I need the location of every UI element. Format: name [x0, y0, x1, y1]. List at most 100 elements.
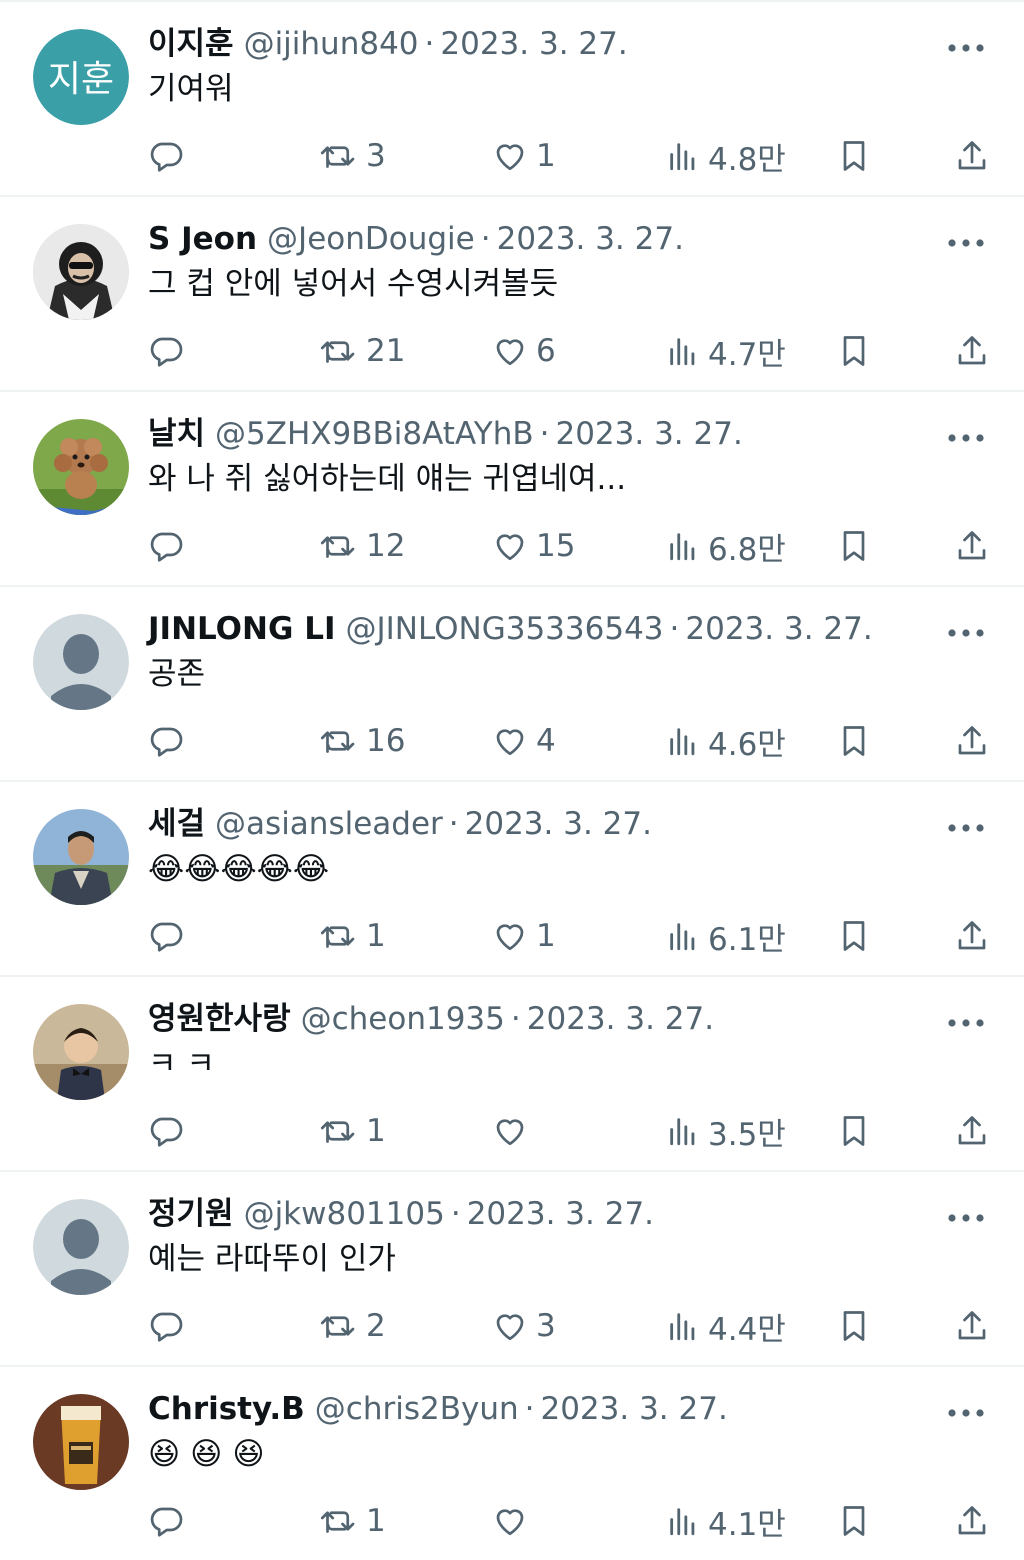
- share-button[interactable]: [954, 1302, 990, 1350]
- tweet[interactable]: 정기원 @jkw801105 · 2023. 3. 27. 예는 라따뚜이 인가 2 …: [0, 1170, 1024, 1365]
- tweet[interactable]: Christy.B @chris2Byun · 2023. 3. 27. 😆 😆 😆 …: [0, 1365, 1024, 1560]
- heart-icon: [496, 534, 524, 561]
- bookmark-button[interactable]: [838, 327, 870, 375]
- avatar[interactable]: [33, 1394, 129, 1490]
- like-button[interactable]: 4: [492, 717, 556, 765]
- bookmark-button[interactable]: [838, 717, 870, 765]
- bookmark-button[interactable]: [838, 522, 870, 570]
- heart-icon: [496, 144, 524, 171]
- separator: ·: [424, 26, 435, 62]
- like-button[interactable]: [492, 1497, 536, 1545]
- more-icon[interactable]: [946, 1013, 986, 1033]
- display-name[interactable]: JINLONG LI: [148, 611, 335, 647]
- views-button[interactable]: 3.5만: [666, 1107, 786, 1155]
- avatar[interactable]: [33, 1004, 129, 1100]
- display-name[interactable]: 날치: [148, 416, 205, 452]
- bookmark-button[interactable]: [838, 132, 870, 180]
- share-button[interactable]: [954, 1107, 990, 1155]
- tweet-date[interactable]: 2023. 3. 27.: [527, 1001, 714, 1037]
- share-button[interactable]: [954, 1497, 990, 1545]
- retweet-button[interactable]: 21: [318, 327, 405, 375]
- tweet[interactable]: JINLONG LI @JINLONG35336543 · 2023. 3. 27. …: [0, 585, 1024, 780]
- tweet-date[interactable]: 2023. 3. 27.: [555, 416, 742, 452]
- user-handle[interactable]: @chris2Byun: [315, 1391, 519, 1427]
- more-icon[interactable]: [946, 818, 986, 838]
- reply-icon: [150, 1117, 183, 1147]
- retweet-button[interactable]: 12: [318, 522, 405, 570]
- display-name[interactable]: 세걸: [148, 806, 205, 842]
- retweet-button[interactable]: 1: [318, 1107, 386, 1155]
- share-button[interactable]: [954, 522, 990, 570]
- views-button[interactable]: 6.1만: [666, 912, 786, 960]
- user-handle[interactable]: @JINLONG35336543: [345, 611, 663, 647]
- retweet-button[interactable]: 2: [318, 1302, 386, 1350]
- tweet-date[interactable]: 2023. 3. 27.: [685, 611, 872, 647]
- views-button[interactable]: 4.4만: [666, 1302, 786, 1350]
- avatar[interactable]: [33, 419, 129, 515]
- avatar[interactable]: [33, 809, 129, 905]
- like-button[interactable]: 6: [492, 327, 556, 375]
- tweet-date[interactable]: 2023. 3. 27.: [467, 1196, 654, 1232]
- tweet[interactable]: S Jeon @JeonDougie · 2023. 3. 27. 그 컵 안에 넣어…: [0, 195, 1024, 390]
- retweet-button[interactable]: 16: [318, 717, 405, 765]
- user-handle[interactable]: @ijihun840: [244, 26, 419, 62]
- reply-button[interactable]: [148, 327, 184, 375]
- display-name[interactable]: Christy.B: [148, 1391, 305, 1427]
- retweet-button[interactable]: 1: [318, 912, 386, 960]
- like-button[interactable]: [492, 1107, 536, 1155]
- user-handle[interactable]: @cheon1935: [301, 1001, 505, 1037]
- share-button[interactable]: [954, 717, 990, 765]
- user-handle[interactable]: @5ZHX9BBi8AtAYhB: [215, 416, 534, 452]
- user-handle[interactable]: @JeonDougie: [267, 221, 475, 257]
- user-handle[interactable]: @asiansleader: [215, 806, 443, 842]
- retweet-button[interactable]: 3: [318, 132, 386, 180]
- tweet[interactable]: 영원한사랑 @cheon1935 · 2023. 3. 27. ㅋ ㅋ 1 3.5만: [0, 975, 1024, 1170]
- reply-button[interactable]: [148, 1107, 184, 1155]
- more-icon[interactable]: [946, 1403, 986, 1423]
- avatar[interactable]: 지훈: [33, 29, 129, 125]
- more-icon[interactable]: [946, 233, 986, 253]
- tweet-date[interactable]: 2023. 3. 27.: [440, 26, 627, 62]
- share-button[interactable]: [954, 132, 990, 180]
- like-button[interactable]: 1: [492, 132, 556, 180]
- avatar[interactable]: [33, 1199, 129, 1295]
- views-button[interactable]: 4.7만: [666, 327, 786, 375]
- user-handle[interactable]: @jkw801105: [244, 1196, 445, 1232]
- display-name[interactable]: S Jeon: [148, 221, 257, 257]
- like-button[interactable]: 1: [492, 912, 556, 960]
- tweet[interactable]: 세걸 @asiansleader · 2023. 3. 27. 😂😂😂😂😂 1 1 6…: [0, 780, 1024, 975]
- reply-button[interactable]: [148, 132, 184, 180]
- reply-button[interactable]: [148, 912, 184, 960]
- retweet-button[interactable]: 1: [318, 1497, 386, 1545]
- like-button[interactable]: 15: [492, 522, 575, 570]
- tweet[interactable]: 날치 @5ZHX9BBi8AtAYhB · 2023. 3. 27. 와 나 쥐 싫어…: [0, 390, 1024, 585]
- share-button[interactable]: [954, 327, 990, 375]
- share-button[interactable]: [954, 912, 990, 960]
- tweet-date[interactable]: 2023. 3. 27.: [465, 806, 652, 842]
- more-icon[interactable]: [946, 38, 986, 58]
- avatar[interactable]: [33, 224, 129, 320]
- display-name[interactable]: 영원한사랑: [148, 1001, 291, 1037]
- views-button[interactable]: 4.1만: [666, 1497, 786, 1545]
- bookmark-button[interactable]: [838, 1302, 870, 1350]
- avatar[interactable]: [33, 614, 129, 710]
- display-name[interactable]: 이지훈: [148, 26, 234, 62]
- bookmark-button[interactable]: [838, 1497, 870, 1545]
- reply-button[interactable]: [148, 1302, 184, 1350]
- bookmark-button[interactable]: [838, 912, 870, 960]
- bookmark-button[interactable]: [838, 1107, 870, 1155]
- like-button[interactable]: 3: [492, 1302, 556, 1350]
- display-name[interactable]: 정기원: [148, 1196, 234, 1232]
- tweet-date[interactable]: 2023. 3. 27.: [497, 221, 684, 257]
- tweet[interactable]: 지훈 이지훈 @ijihun840·2023. 3. 27. 기여워 3 1: [0, 0, 1024, 195]
- reply-button[interactable]: [148, 717, 184, 765]
- views-button[interactable]: 4.6만: [666, 717, 786, 765]
- more-icon[interactable]: [946, 428, 986, 448]
- views-button[interactable]: 6.8만: [666, 522, 786, 570]
- reply-button[interactable]: [148, 522, 184, 570]
- more-icon[interactable]: [946, 623, 986, 643]
- reply-button[interactable]: [148, 1497, 184, 1545]
- more-icon[interactable]: [946, 1208, 986, 1228]
- views-button[interactable]: 4.8만: [666, 132, 786, 180]
- tweet-date[interactable]: 2023. 3. 27.: [540, 1391, 727, 1427]
